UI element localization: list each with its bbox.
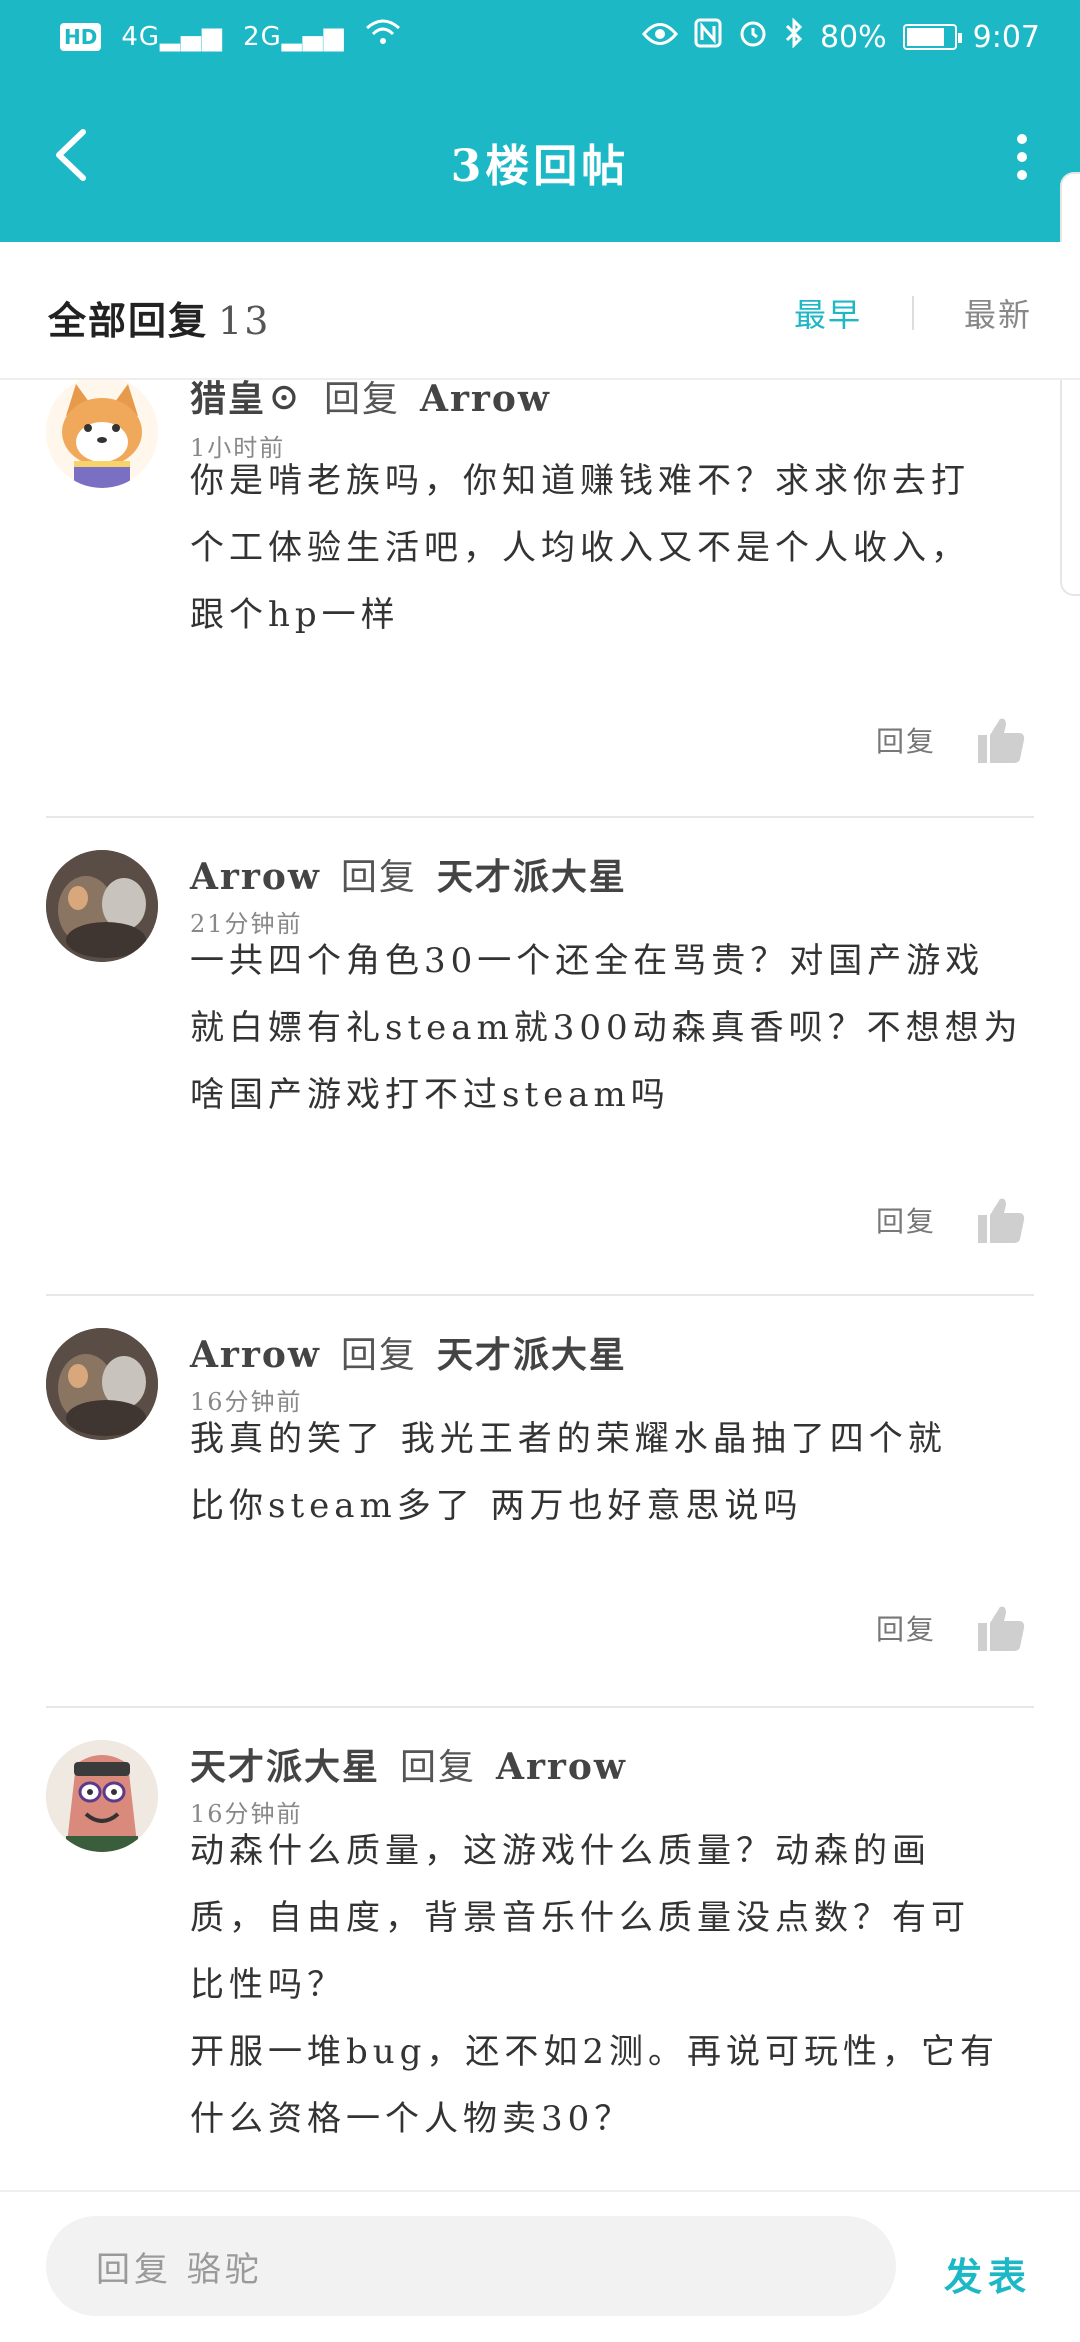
- thumbs-up-icon[interactable]: [976, 715, 1026, 765]
- status-bar: HD 4G▂▄▆ 2G▂▄▆ 80% 9:07: [0, 0, 1080, 76]
- battery-icon: [902, 24, 962, 50]
- reply-body: 动森什么质量，这游戏什么质量？动森的画 质，自由度，背景音乐什么质量没点数？有可…: [190, 1818, 1040, 2153]
- more-options-button[interactable]: [992, 122, 1052, 192]
- reply-author[interactable]: 天才派大星: [190, 1746, 380, 1788]
- reply-body: 你是啃老族吗，你知道赚钱难不？求求你去打 个工体验生活吧，人均收入又不是个人收入…: [190, 448, 1040, 649]
- hd-badge: HD: [60, 22, 102, 51]
- reply-line: 动森什么质量，这游戏什么质量？动森的画: [190, 1831, 931, 1871]
- reply-button[interactable]: 回复: [876, 720, 936, 760]
- reply-author[interactable]: 猎皇☉: [190, 380, 304, 420]
- nav-bar: 3楼回帖: [0, 92, 1080, 222]
- reply-actions: 回复: [876, 1603, 1026, 1653]
- reply-item: 猎皇☉ 回复 Arrow 1小时前 你是啃老族吗，你知道赚钱难不？求求你去打 个工体…: [0, 380, 1080, 810]
- more-dot-icon: [1017, 134, 1027, 144]
- thumbs-up-icon[interactable]: [976, 1603, 1026, 1653]
- wifi-icon: [365, 18, 401, 55]
- sort-divider: [911, 296, 914, 330]
- reply-target[interactable]: Arrow: [420, 380, 551, 420]
- reply-header: Arrow 回复 天才派大星: [190, 848, 627, 900]
- divider: [46, 816, 1034, 818]
- more-dot-icon: [1017, 170, 1027, 180]
- reply-line: 比性吗？: [190, 1965, 346, 2005]
- more-dot-icon: [1017, 152, 1027, 162]
- top-bar: HD 4G▂▄▆ 2G▂▄▆ 80% 9:07 3楼回帖: [0, 0, 1080, 242]
- page-title: 3楼回帖: [450, 141, 630, 192]
- reply-verb: 回复: [400, 1747, 477, 1788]
- reply-actions: 回复: [876, 1195, 1026, 1245]
- reply-verb: 回复: [340, 1335, 417, 1376]
- avatar[interactable]: [46, 850, 158, 962]
- sort-earliest-button[interactable]: 最早: [794, 290, 862, 336]
- photo-avatar-icon: [46, 850, 158, 962]
- divider: [46, 1706, 1034, 1708]
- publish-button[interactable]: 发表: [944, 2246, 1032, 2301]
- reply-input[interactable]: 回复 骆驼: [46, 2216, 896, 2316]
- alarm-icon: [738, 18, 768, 56]
- all-replies-label: 全部回复 13: [48, 290, 270, 345]
- reply-verb: 回复: [340, 857, 417, 898]
- reply-author[interactable]: Arrow: [190, 856, 321, 898]
- reply-button[interactable]: 回复: [876, 1200, 936, 1240]
- reply-list[interactable]: 猎皇☉ 回复 Arrow 1小时前 你是啃老族吗，你知道赚钱难不？求求你去打 个工体…: [0, 380, 1080, 2190]
- eye-icon: [641, 20, 678, 55]
- reply-header: Arrow 回复 天才派大星: [190, 1326, 627, 1378]
- reply-target[interactable]: Arrow: [496, 1746, 627, 1788]
- reply-line: 什么资格一个人物卖30？: [190, 2099, 634, 2139]
- reply-line: 开服一堆bug，还不如2测。再说可玩性，它有: [190, 2032, 1000, 2072]
- reply-item: 天才派大星 回复 Arrow 16分钟前 动森什么质量，这游戏什么质量？动森的画 质…: [0, 1740, 1080, 2190]
- all-replies-text: 全部回复: [48, 298, 209, 343]
- signal-sim2-indicator: 2G▂▄▆: [243, 21, 345, 52]
- reply-actions: 回复: [876, 715, 1026, 765]
- reply-line: 跟个hp一样: [190, 595, 400, 635]
- reply-item: Arrow 回复 天才派大星 16分钟前 我真的笑了 我光王者的荣耀水晶抽了四个就 …: [0, 1328, 1080, 1708]
- reply-header: 天才派大星 回复 Arrow: [190, 1738, 627, 1790]
- photo-avatar-icon: [46, 1328, 158, 1440]
- battery-level-fill: [906, 28, 944, 46]
- reply-composer: 回复 骆驼 发表: [0, 2190, 1080, 2342]
- reply-line: 啥国产游戏打不过steam吗: [190, 1075, 670, 1115]
- reply-button[interactable]: 回复: [876, 1608, 936, 1648]
- nfc-icon: [694, 18, 722, 56]
- avatar[interactable]: [46, 380, 158, 488]
- reply-target[interactable]: 天才派大星: [437, 856, 627, 898]
- reply-author[interactable]: Arrow: [190, 1334, 321, 1376]
- reply-line: 我真的笑了 我光王者的荣耀水晶抽了四个就: [190, 1419, 947, 1459]
- bluetooth-icon: [784, 17, 804, 56]
- reply-body: 我真的笑了 我光王者的荣耀水晶抽了四个就 比你steam多了 两万也好意思说吗: [190, 1406, 1040, 1540]
- signal-sim1-indicator: 4G▂▄▆: [121, 21, 224, 52]
- reply-line: 比你steam多了 两万也好意思说吗: [190, 1486, 803, 1526]
- reply-item: Arrow 回复 天才派大星 21分钟前 一共四个角色30一个还全在骂贵？对国产游戏…: [0, 850, 1080, 1290]
- sort-toggle: 最早 最新: [794, 290, 1032, 336]
- replies-header: 全部回复 13 最早 最新: [0, 242, 1080, 380]
- reply-count: 13: [218, 299, 271, 343]
- reply-line: 就白嫖有礼steam就300动森真香呗？不想想为: [190, 1008, 1023, 1048]
- reply-line: 质，自由度，背景音乐什么质量没点数？有可: [190, 1898, 970, 1938]
- reply-line: 个工体验生活吧，人均收入又不是个人收入，: [190, 528, 970, 568]
- reply-header: 猎皇☉ 回复 Arrow: [190, 380, 551, 422]
- reply-line: 一共四个角色30一个还全在骂贵？对国产游戏: [190, 941, 985, 981]
- thumbs-up-icon[interactable]: [976, 1195, 1026, 1245]
- battery-percent: 80%: [819, 19, 887, 55]
- sort-newest-button[interactable]: 最新: [964, 290, 1032, 336]
- reply-target[interactable]: 天才派大星: [437, 1334, 627, 1376]
- avatar[interactable]: [46, 1740, 158, 1852]
- reply-verb: 回复: [324, 380, 401, 420]
- reply-line: 你是啃老族吗，你知道赚钱难不？求求你去打: [190, 461, 970, 501]
- clock: 9:07: [972, 19, 1040, 55]
- shiba-avatar-icon: [46, 380, 158, 488]
- patrick-avatar-icon: [46, 1740, 158, 1852]
- avatar[interactable]: [46, 1328, 158, 1440]
- reply-body: 一共四个角色30一个还全在骂贵？对国产游戏 就白嫖有礼steam就300动森真香…: [190, 928, 1040, 1129]
- divider: [46, 1294, 1034, 1296]
